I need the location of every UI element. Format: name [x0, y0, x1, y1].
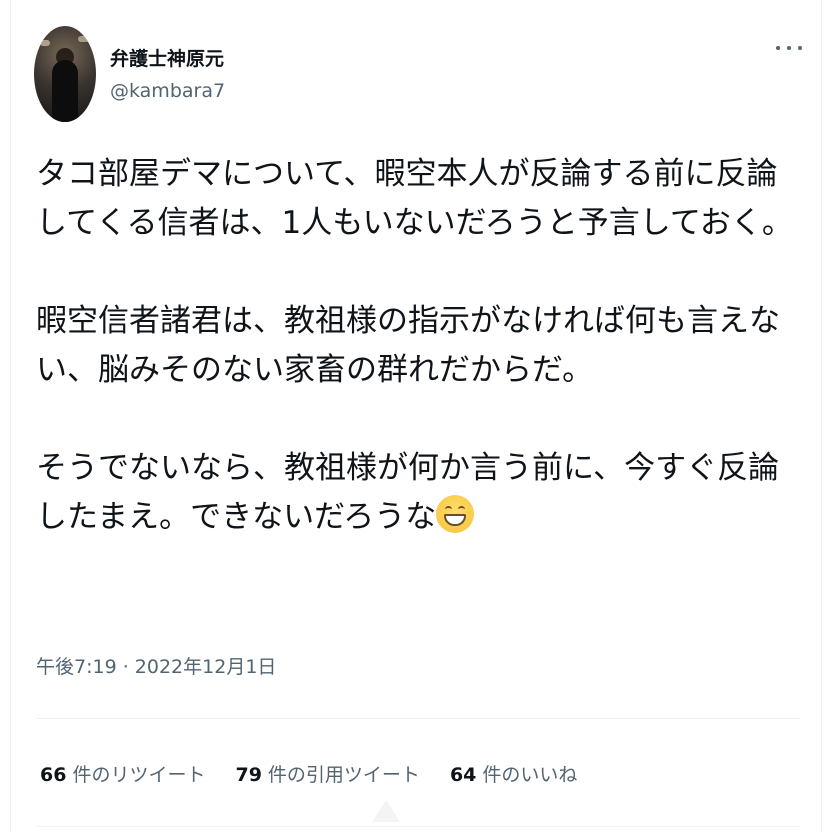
more-options-icon[interactable] — [776, 38, 802, 58]
likes-count: 64 — [449, 764, 477, 786]
tweet-text: タコ部屋デマについて、暇空本人が反論する前に反論 してくる信者は、1人もいないだ… — [36, 150, 806, 542]
quote-tweets-count: 79 — [235, 764, 262, 786]
grinning-face-emoji-icon — [436, 495, 475, 533]
tweet-text-body: タコ部屋デマについて、暇空本人が反論する前に反論 してくる信者は、1人もいないだ… — [36, 156, 793, 535]
quote-tweets-label: 件の引用ツイート — [267, 764, 420, 786]
avatar[interactable] — [34, 26, 96, 122]
author-handle[interactable]: @kambara7 — [110, 80, 225, 102]
likes-stat[interactable]: 64 件のいいね — [450, 760, 577, 787]
tweet-timestamp[interactable]: 午後7:19 · 2022年12月1日 — [36, 652, 276, 679]
likes-label: 件のいいね — [482, 764, 578, 786]
retweets-count: 66 — [40, 764, 67, 786]
divider-bottom — [36, 826, 800, 827]
retweets-label: 件のリツイート — [72, 764, 206, 786]
frame-left-border — [10, 0, 11, 832]
divider-top — [36, 718, 800, 719]
retweets-stat[interactable]: 66 件のリツイート — [40, 760, 205, 787]
tweet-stats: 66 件のリツイート 79 件の引用ツイート 64 件のいいね — [40, 760, 577, 787]
quote-tweets-stat[interactable]: 79 件の引用ツイート — [235, 760, 419, 787]
faint-arrow-icon — [372, 800, 400, 822]
frame-right-border — [821, 0, 822, 832]
author-display-name[interactable]: 弁護士神原元 — [110, 44, 224, 71]
